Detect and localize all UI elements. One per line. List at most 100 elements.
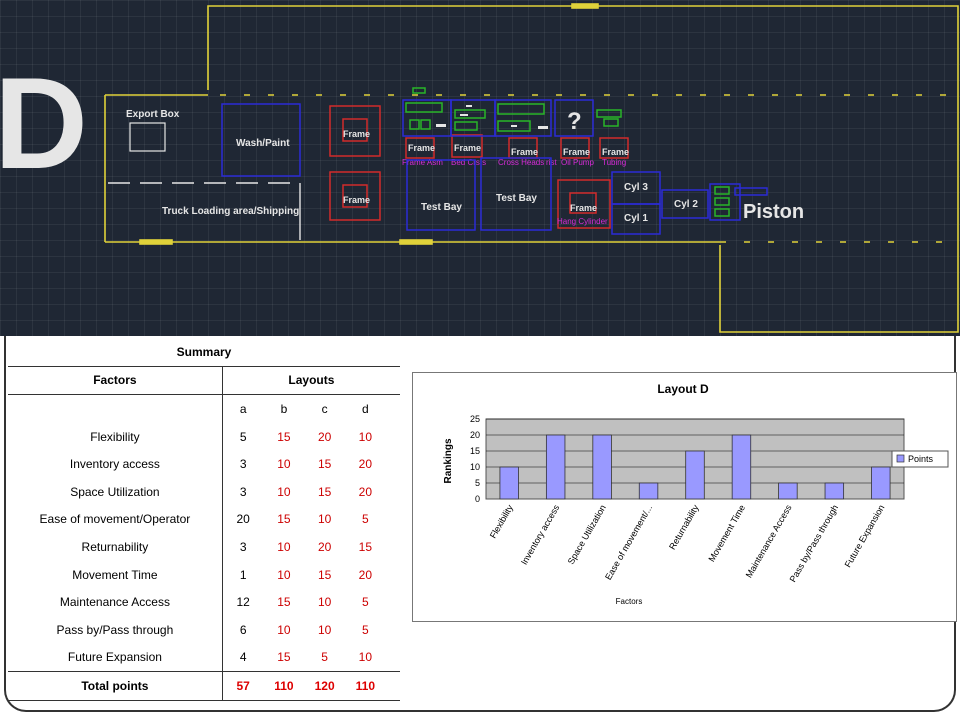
- frame-label-7: Frame: [602, 147, 629, 157]
- blank-cell: [386, 533, 400, 561]
- score-d: 5: [362, 512, 369, 527]
- factor-name: Future Expansion: [8, 643, 223, 672]
- frame-label-2: Frame: [343, 195, 370, 205]
- score-c: 20: [317, 539, 332, 554]
- chart-canvas: Layout D Rankings Factors 0 5 10 15 20 25 Flex…: [443, 382, 949, 606]
- score-c: 15: [317, 457, 332, 472]
- layout-letter: D: [0, 50, 88, 196]
- chart-bar: [499, 466, 519, 500]
- cad-canvas: D Export Box Wash/Paint Truck Loading ar…: [0, 3, 959, 333]
- chart-bar: [824, 482, 845, 500]
- cross-heads-label: Cross Heads: [498, 158, 544, 167]
- cyl2-label: Cyl 2: [674, 199, 698, 210]
- score-d: 10: [358, 429, 373, 444]
- x-tick-label: Inventory access: [519, 503, 562, 567]
- score-a: 3: [239, 457, 247, 472]
- score-a: 1: [239, 567, 247, 582]
- summary-row: Future Expansion 4 15 5 10: [8, 643, 400, 672]
- score-b: 10: [277, 539, 291, 554]
- summary-row: Maintenance Access 12 15 10 5: [8, 588, 400, 616]
- score-a: 3: [239, 539, 247, 554]
- chart-bar: [545, 434, 566, 500]
- cyl1-label: Cyl 1: [624, 213, 648, 224]
- piston-label: Piston: [743, 201, 804, 223]
- score-c: 10: [317, 595, 332, 610]
- summary-row: Flexibility 5 15 20 10: [8, 422, 400, 451]
- score-d: 15: [358, 539, 373, 554]
- chart-bar: [592, 434, 612, 500]
- summary-row: Pass by/Pass through 6 10 10 5: [8, 615, 400, 644]
- score-d: 20: [358, 484, 373, 499]
- blank-cell: [8, 394, 223, 423]
- x-tick-label: Maintenance Access: [744, 503, 794, 580]
- factors-header: Factors: [8, 366, 223, 396]
- score-a: 12: [236, 595, 250, 610]
- score-d: 5: [362, 595, 369, 610]
- x-tick-label: Flexibility: [488, 503, 515, 540]
- blank-cell: [386, 423, 400, 451]
- frame-label-6: Frame: [563, 147, 590, 157]
- total-b: 110: [263, 671, 305, 701]
- frame-label-5: Frame: [511, 147, 538, 157]
- blank-cell: [386, 588, 400, 616]
- total-label: Total points: [8, 671, 223, 701]
- score-b: 10: [277, 622, 291, 637]
- score-c: 15: [317, 484, 332, 499]
- x-tick-label: Space Utilization: [566, 503, 608, 566]
- cad-layout-drawing: D Export Box Wash/Paint Truck Loading ar…: [0, 0, 960, 336]
- score-b: 15: [277, 512, 291, 527]
- chart-legend: Points: [891, 450, 949, 468]
- score-a: 4: [239, 650, 247, 665]
- factor-name: Movement Time: [8, 560, 223, 589]
- chart-bar: [638, 482, 659, 500]
- summary-row: Returnability 3 10 20 15: [8, 533, 400, 561]
- score-c: 5: [321, 650, 328, 665]
- question-mark: ?: [567, 108, 582, 135]
- summary-row: Space Utilization 3 10 15 20: [8, 477, 400, 506]
- score-b: 10: [277, 457, 291, 472]
- score-a: 6: [239, 622, 247, 637]
- blank-cell: [386, 561, 400, 589]
- x-tick-label: Pass by/Pass through: [788, 503, 840, 584]
- wash-paint-label: Wash/Paint: [236, 138, 290, 149]
- chart-bar: [685, 450, 705, 500]
- frame-label-3: Frame: [408, 143, 435, 153]
- tubing-label: Tubing: [602, 158, 626, 167]
- summary-row: Inventory access 3 10 15 20: [8, 450, 400, 478]
- summary-row: Movement Time 1 10 15 20: [8, 560, 400, 589]
- score-b: 10: [277, 484, 291, 499]
- score-d: 5: [362, 622, 369, 637]
- y-tick-label: 5: [475, 478, 480, 488]
- truck-loading-label: Truck Loading area/Shipping: [162, 206, 299, 217]
- score-c: 15: [317, 567, 332, 582]
- score-a: 5: [239, 429, 247, 444]
- factor-name: Inventory access: [8, 450, 223, 478]
- y-tick-label: 10: [470, 462, 480, 472]
- layout-letter-d: d: [362, 401, 369, 416]
- building-walls: [104, 3, 959, 333]
- hang-cylinder-label: Hang Cylinder: [557, 217, 608, 226]
- y-tick-label: 15: [470, 446, 480, 456]
- layout-letter-c: c: [321, 401, 328, 416]
- test-bay-label-1: Test Bay: [421, 202, 462, 213]
- blank-cell: [385, 671, 400, 701]
- legend-label: Points: [908, 454, 934, 464]
- blank-cell: [386, 616, 400, 644]
- score-c: 10: [317, 512, 332, 527]
- x-tick-label: Returnability: [667, 503, 701, 552]
- factor-name: Space Utilization: [8, 477, 223, 506]
- layout-letter-a: a: [239, 401, 247, 416]
- blank-cell: [386, 506, 400, 534]
- y-tick-label: 20: [470, 430, 480, 440]
- y-tick-label: 0: [475, 494, 480, 504]
- chart-bar: [871, 466, 891, 500]
- export-box-outline: [129, 122, 166, 152]
- layouts-header: Layouts: [222, 366, 400, 396]
- score-b: 15: [277, 429, 291, 444]
- blank-cell: [386, 644, 400, 672]
- chart-bar: [778, 482, 798, 500]
- factor-name: Pass by/Pass through: [8, 615, 223, 644]
- blank-cell: [386, 450, 400, 478]
- blank-cell: [386, 395, 400, 423]
- score-c: 10: [317, 622, 332, 637]
